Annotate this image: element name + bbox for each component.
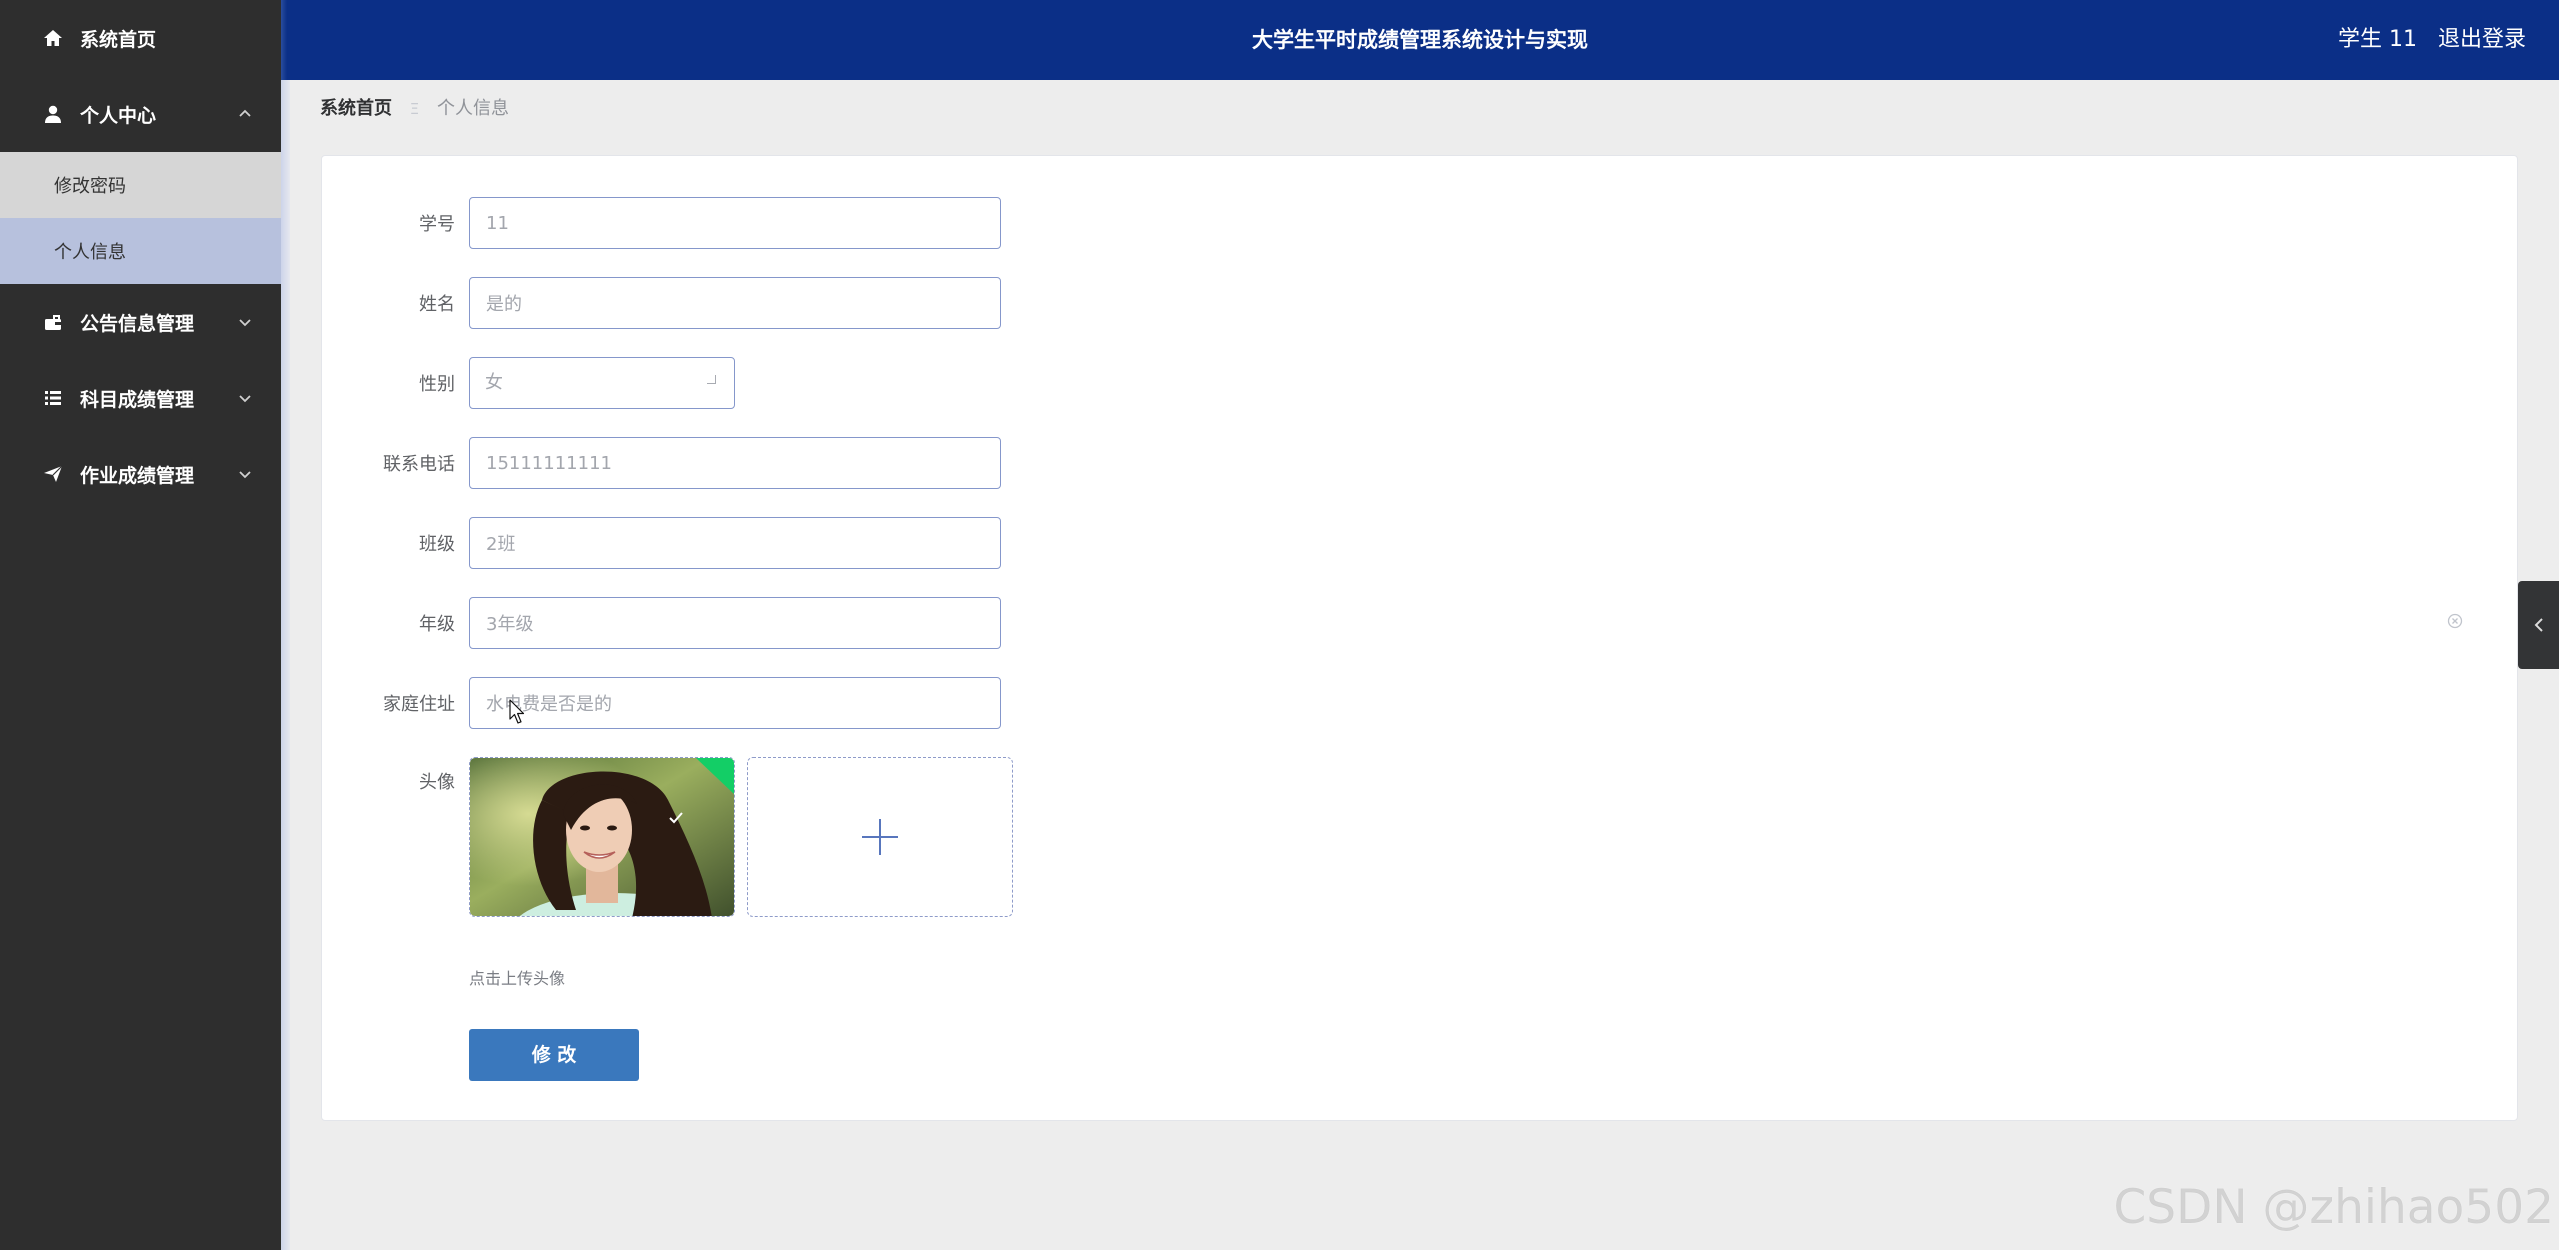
phone-label: 联系电话 <box>383 454 455 475</box>
student-id-input[interactable] <box>469 197 1001 249</box>
chevron-down-icon <box>237 390 253 406</box>
breadcrumb-home-link[interactable]: 系统首页 <box>320 98 392 119</box>
avatar-upload-button[interactable] <box>747 757 1013 917</box>
student-id-label: 学号 <box>419 214 455 235</box>
plus-icon <box>862 819 898 855</box>
submit-button[interactable]: 修 改 <box>469 1029 639 1081</box>
app-title: 大学生平时成绩管理系统设计与实现 <box>1252 28 1588 52</box>
form-row-address: 家庭住址 <box>322 677 1001 729</box>
sidebar-item-home[interactable]: 系统首页 <box>0 0 281 76</box>
top-header: 大学生平时成绩管理系统设计与实现 学生 11 退出登录 <box>281 0 2559 80</box>
main-content: 系统首页 Ξ 个人信息 学号 姓名 性别 女 联系电话 班级 <box>281 80 2559 1250</box>
sidebar-item-label: 科目成绩管理 <box>80 388 195 411</box>
current-user-label: 学生 11 <box>2337 27 2417 52</box>
avatar-image[interactable] <box>469 757 735 917</box>
upload-success-check-icon <box>668 810 684 826</box>
list-icon <box>43 388 63 408</box>
briefcase-icon <box>43 312 63 332</box>
user-icon <box>43 104 63 124</box>
form-row-avatar: 头像 <box>322 757 1013 917</box>
profile-form-card: 学号 姓名 性别 女 联系电话 班级 年级 家庭住址 <box>321 155 2518 1121</box>
sidebar-item-label: 公告信息管理 <box>80 312 195 335</box>
form-row-gender: 性别 女 <box>322 357 735 409</box>
upload-success-badge <box>696 758 734 794</box>
class-input[interactable] <box>469 517 1001 569</box>
avatar-label: 头像 <box>419 772 455 793</box>
class-label: 班级 <box>419 534 455 555</box>
grade-input[interactable] <box>469 597 1001 649</box>
chevron-down-icon <box>237 466 253 482</box>
phone-input[interactable] <box>469 437 1001 489</box>
address-label: 家庭住址 <box>383 694 455 715</box>
sidebar-item-personal-center[interactable]: 个人中心 <box>0 76 281 152</box>
paper-plane-icon <box>43 464 63 484</box>
sidebar-edge-shadow <box>281 80 290 1250</box>
sidebar-item-label: 系统首页 <box>80 28 157 51</box>
mouse-cursor-icon <box>509 699 525 725</box>
close-circle-icon[interactable] <box>2447 613 2463 629</box>
sidebar-subitem-label: 修改密码 <box>54 176 126 197</box>
chevron-down-icon <box>237 314 253 330</box>
form-row-grade: 年级 <box>322 597 1001 649</box>
home-icon <box>43 28 63 48</box>
sidebar-item-homework-scores[interactable]: 作业成绩管理 <box>0 436 281 512</box>
user-area: 学生 11 退出登录 <box>2338 0 2526 80</box>
gender-select-value: 女 <box>485 372 503 393</box>
gender-label: 性别 <box>419 374 455 395</box>
sidebar-subitem-change-password[interactable]: 修改密码 <box>0 152 281 218</box>
sidebar: 系统首页 个人中心 修改密码 个人信息 公告信息管理 科目成绩管理 作业成绩管理 <box>0 0 281 1250</box>
address-input[interactable] <box>469 677 1001 729</box>
form-row-phone: 联系电话 <box>322 437 1001 489</box>
name-input[interactable] <box>469 277 1001 329</box>
chevron-up-icon <box>237 106 253 122</box>
name-label: 姓名 <box>419 294 455 315</box>
sidebar-item-subject-scores[interactable]: 科目成绩管理 <box>0 360 281 436</box>
chevron-left-icon <box>2531 616 2547 634</box>
sidebar-subitem-personal-info[interactable]: 个人信息 <box>0 218 281 284</box>
logout-link[interactable]: 退出登录 <box>2438 27 2526 52</box>
watermark-text: CSDN @zhihao502 <box>2113 1180 2554 1235</box>
sidebar-item-label: 个人中心 <box>80 104 157 127</box>
form-row-class: 班级 <box>322 517 1001 569</box>
breadcrumb-current: 个人信息 <box>436 98 509 119</box>
form-row-name: 姓名 <box>322 277 1001 329</box>
select-arrow-icon <box>707 375 716 384</box>
form-row-student-id: 学号 <box>322 197 1001 249</box>
breadcrumb: 系统首页 Ξ 个人信息 <box>320 98 509 120</box>
sidebar-subitem-label: 个人信息 <box>54 242 126 263</box>
avatar-upload-hint: 点击上传头像 <box>469 969 566 988</box>
side-panel-toggle[interactable] <box>2518 581 2559 669</box>
sidebar-item-label: 作业成绩管理 <box>80 464 195 487</box>
gender-select[interactable]: 女 <box>469 357 735 409</box>
grade-label: 年级 <box>419 614 455 635</box>
sidebar-item-notice-management[interactable]: 公告信息管理 <box>0 284 281 360</box>
breadcrumb-separator: Ξ <box>409 100 420 118</box>
